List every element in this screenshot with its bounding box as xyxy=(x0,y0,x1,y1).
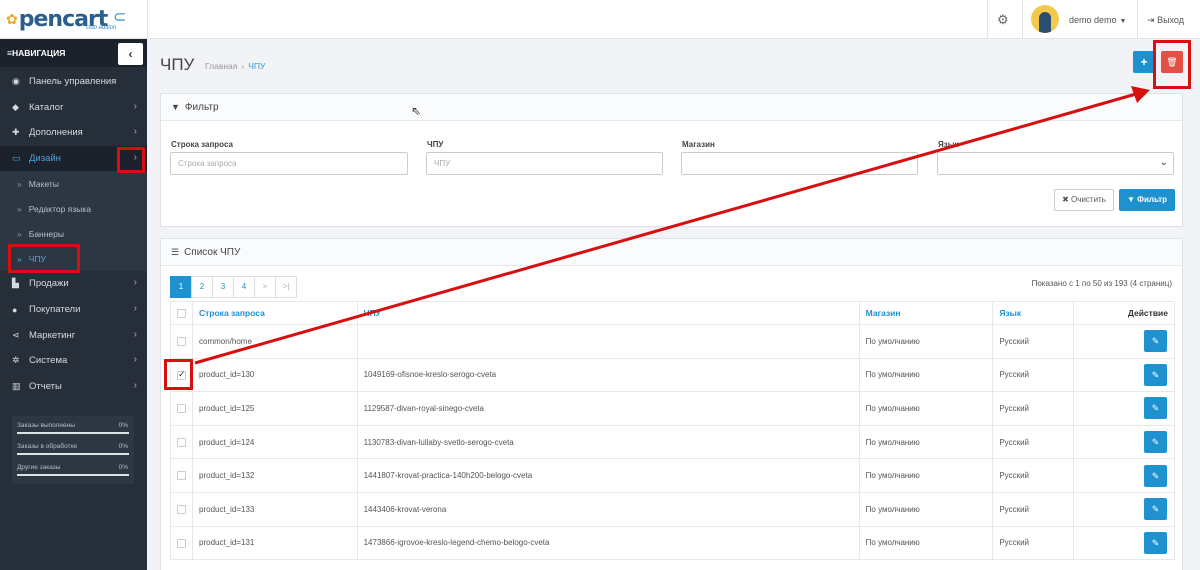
annotation-arrow xyxy=(194,86,1150,365)
mouse-cursor-icon: ⇖ xyxy=(411,104,422,118)
arrow-line xyxy=(194,92,1137,365)
